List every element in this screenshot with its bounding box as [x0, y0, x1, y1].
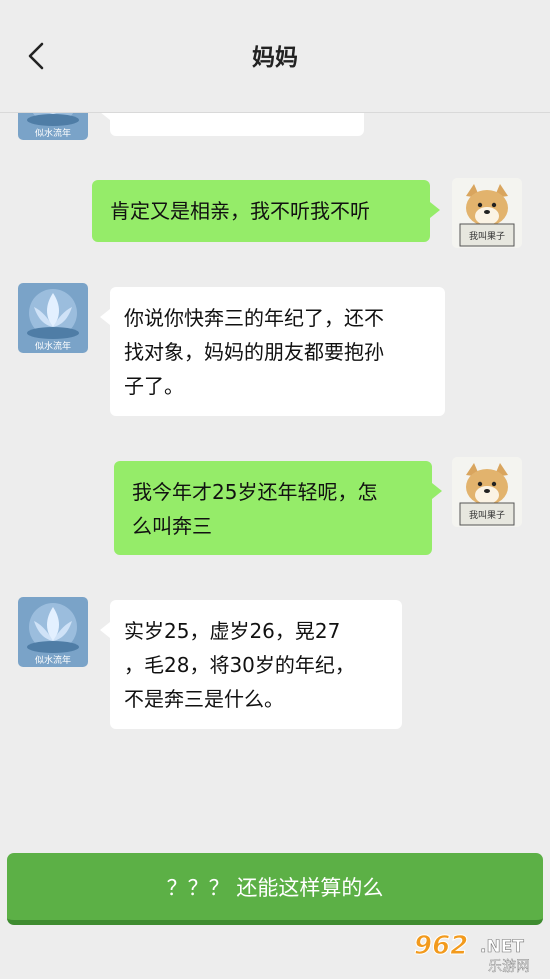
- message-bubble-mom[interactable]: 实岁25，虚岁26，晃27 ，毛28，将30岁的年纪， 不是奔三是什么。: [100, 600, 402, 729]
- mom-avatar[interactable]: 似水流年: [18, 597, 88, 667]
- svg-text:似水流年: 似水流年: [35, 340, 71, 352]
- doge-avatar-icon: 我叫果子: [452, 457, 522, 527]
- svg-text:我叫果子: 我叫果子: [469, 510, 505, 521]
- my-avatar[interactable]: 我叫果子: [452, 178, 522, 248]
- message-bubble-me[interactable]: 肯定又是相亲，我不听我不听: [92, 180, 440, 242]
- chat-header: 妈妈: [0, 0, 550, 113]
- mom-avatar[interactable]: 似水流年: [18, 283, 88, 353]
- lotus-avatar-icon: 似水流年: [18, 283, 88, 353]
- message-bubble-me[interactable]: 我今年才25岁还年轻呢，怎 么叫奔三: [114, 461, 442, 555]
- svg-text:似水流年: 似水流年: [35, 654, 71, 666]
- chat-area[interactable]: 似水流年 我叫果子 肯定又是相亲，我不听我不听 似水流年 你说你快奔三的年纪了，…: [0, 0, 550, 979]
- lotus-avatar-icon: 似水流年: [18, 597, 88, 667]
- message-bubble-mom[interactable]: 你说你快奔三的年纪了，还不 找对象，妈妈的朋友都要抱孙 子了。: [100, 287, 445, 416]
- svg-text:似水流年: 似水流年: [35, 127, 71, 139]
- my-avatar[interactable]: 我叫果子: [452, 457, 522, 527]
- reply-option-button[interactable]: ？？？ 还能这样算的么: [7, 853, 543, 925]
- doge-avatar-icon: 我叫果子: [452, 178, 522, 248]
- page-title: 妈妈: [252, 45, 298, 71]
- svg-text:我叫果子: 我叫果子: [469, 231, 505, 242]
